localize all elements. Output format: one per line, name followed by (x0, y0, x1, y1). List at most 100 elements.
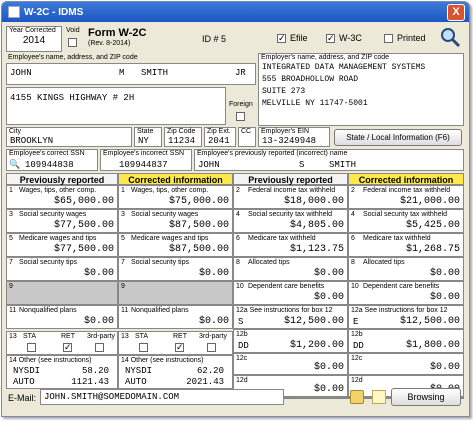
box2-prev[interactable]: 2 Federal income tax withheld $18,000.00 (233, 185, 348, 209)
box6-corr-num: 6 (351, 235, 355, 242)
ein-field[interactable]: Employer's EIN 13-3249948 (258, 127, 330, 147)
employer-name: INTEGRATED DATA MANAGEMENT SYSTEMS (262, 63, 426, 72)
previous-middle-initial: S (299, 160, 305, 170)
box12-1-prev[interactable]: 12b DD $1,200.00 (233, 329, 348, 353)
box5-prev[interactable]: 5 Medicare wages and tips $77,500.00 (6, 233, 118, 257)
w3c-checkbox[interactable]: ✓ (326, 34, 335, 43)
zip-ext-field[interactable]: Zip Ext. 2041 (204, 127, 236, 147)
zip-field[interactable]: Zip Code 11234 (164, 127, 202, 147)
box12-3-prev-amount: $0.00 (313, 384, 344, 395)
state-field[interactable]: State NY (134, 127, 162, 147)
box8-corr[interactable]: 8 Allocated tips $0.00 (348, 257, 464, 281)
box13-corr-ret-checkbox[interactable]: ✓ (175, 343, 184, 352)
employee-first-name: JOHN (10, 68, 32, 78)
box1-prev-num: 1 (9, 187, 13, 194)
box1-corr[interactable]: 1 Wages, tips, other comp. $75,000.00 (118, 185, 233, 209)
box6-prev-amount: $1,123.75 (289, 244, 344, 255)
employee-name-field[interactable]: JOHN M SMITH JR (6, 63, 256, 85)
box13-sta-label: STA (23, 333, 37, 340)
previous-name-field[interactable]: Employee's previously reported (incorrec… (194, 149, 464, 171)
correct-ssn-field[interactable]: Employee's correct SSN 🔍 109944838 (6, 149, 98, 171)
box5-prev-num: 5 (9, 235, 13, 242)
box7-prev[interactable]: 7 Social security tips $0.00 (6, 257, 118, 281)
employee-name-label: Employee's name, address, and ZIP code (8, 54, 138, 61)
box12-1-prev-amount: $1,200.00 (289, 340, 344, 351)
box12-0-prev[interactable]: 12a See instructions for box 12 S $12,500.… (233, 305, 348, 329)
box10-corr-label: Dependent care benefits (363, 283, 440, 290)
box4-prev-amount: $4,805.00 (289, 220, 344, 231)
city-field[interactable]: City BROOKLYN (6, 127, 132, 147)
year-value[interactable]: 2014 (7, 35, 61, 46)
box1-prev-amount: $65,000.00 (53, 196, 114, 207)
box12-0-corr-label: 12a See instructions for box 12 (351, 307, 448, 314)
w2c-window: W-2C - IDMS X Year Corrected 2014 Void F… (1, 1, 470, 417)
search-icon[interactable] (439, 26, 461, 48)
incorrect-ssn-value: 109944837 (119, 160, 168, 170)
box12-2-corr[interactable]: 12c $0.00 (348, 353, 464, 375)
employer-box[interactable]: Employer's name, address, and ZIP code I… (258, 53, 464, 126)
box4-prev[interactable]: 4 Social security tax withheld $4,805.00 (233, 209, 348, 233)
box11-prev[interactable]: 11 Nonqualified plans $0.00 (6, 305, 118, 329)
box13-prev-sta-checkbox[interactable] (27, 343, 36, 352)
printed-checkbox[interactable] (384, 34, 393, 43)
box4-corr[interactable]: 4 Social security tax withheld $5,425.00 (348, 209, 464, 233)
box7-corr[interactable]: 7 Social security tips $0.00 (118, 257, 233, 281)
box2-corr[interactable]: 2 Federal income tax withheld $21,000.00 (348, 185, 464, 209)
email-field[interactable]: JOHN.SMITH@SOMEDOMAIN.COM (40, 389, 284, 405)
box1-prev[interactable]: 1 Wages, tips, other comp. $65,000.00 (6, 185, 118, 209)
box12-1-corr-amount: $1,800.00 (405, 340, 460, 351)
void-label: Void (66, 27, 80, 34)
note-icon[interactable] (372, 390, 386, 404)
box5-corr-label: Medicare wages and tips (131, 235, 209, 242)
box3-prev[interactable]: 3 Social security wages $77,500.00 (6, 209, 118, 233)
box13-prev-3rdparty-checkbox[interactable] (95, 343, 104, 352)
box6-prev[interactable]: 6 Medicare tax withheld $1,123.75 (233, 233, 348, 257)
box9-corr-num: 9 (121, 283, 125, 290)
box12-0-corr-amount: $12,500.00 (399, 316, 460, 327)
box7-corr-num: 7 (121, 259, 125, 266)
box11-corr[interactable]: 11 Nonqualified plans $0.00 (118, 305, 233, 329)
correct-ssn-label: Employee's correct SSN (9, 150, 85, 157)
employee-address-field[interactable]: 4155 KINGS HIGHWAY # 2H (6, 87, 226, 125)
magnifier-icon[interactable]: 🔍 (9, 159, 20, 170)
box8-corr-label: Allocated tips (363, 259, 405, 266)
box3-corr[interactable]: 3 Social security wages $87,500.00 (118, 209, 233, 233)
box3-prev-num: 3 (9, 211, 13, 218)
box14-prev1-code: NYSDI (13, 366, 41, 376)
box7-prev-label: Social security tips (19, 259, 77, 266)
close-button[interactable]: X (447, 4, 465, 21)
box13-corr-sta-checkbox[interactable] (139, 343, 148, 352)
void-checkbox[interactable] (68, 38, 77, 47)
box12-1-corr[interactable]: 12b DD $1,800.00 (348, 329, 464, 353)
box12-2-prev[interactable]: 12c $0.00 (233, 353, 348, 375)
box13-prev-ret-checkbox[interactable]: ✓ (63, 343, 72, 352)
cc-field[interactable]: CC (238, 127, 256, 147)
box6-corr[interactable]: 6 Medicare tax withheld $1,268.75 (348, 233, 464, 257)
email-label: E-Mail: (8, 393, 37, 403)
previous-name-label: Employee's previously reported (incorrec… (197, 150, 348, 157)
ein-label: Employer's EIN (261, 128, 310, 135)
foreign-label: Foreign (229, 101, 253, 108)
browsing-button[interactable]: Browsing (391, 388, 461, 406)
box13-corr-3rdparty-checkbox[interactable] (207, 343, 216, 352)
state-local-info-button[interactable]: State / Local Information (F6) (334, 129, 462, 146)
incorrect-ssn-field[interactable]: Employee's incorrect SSN 109944837 (100, 149, 192, 171)
employee-suffix: JR (235, 68, 246, 78)
lock-icon[interactable] (350, 390, 364, 404)
city-label: City (9, 128, 22, 135)
efile-checkbox[interactable]: ✓ (277, 34, 286, 43)
box5-corr[interactable]: 5 Medicare wages and tips $87,500.00 (118, 233, 233, 257)
left-corr-header: Corrected information (118, 173, 233, 185)
box8-prev[interactable]: 8 Allocated tips $0.00 (233, 257, 348, 281)
box14-prev[interactable]: 14 Other (see instructions) NYSDI 58.20 … (6, 355, 118, 389)
box10-prev-num: 10 (236, 283, 244, 290)
box12-0-corr[interactable]: 12a See instructions for box 12 E $12,500.… (348, 305, 464, 329)
box10-corr[interactable]: 10 Dependent care benefits $0.00 (348, 281, 464, 305)
foreign-checkbox[interactable] (236, 112, 245, 121)
box13-corr-num: 13 (121, 333, 129, 340)
box13-corr: 13 STA RET 3rd-party ✓ (118, 331, 233, 355)
box14-corr[interactable]: 14 Other (see instructions) NYSDI 62.20 … (118, 355, 233, 389)
box10-prev[interactable]: 10 Dependent care benefits $0.00 (233, 281, 348, 305)
box12-1-prev-label: 12b (236, 331, 248, 338)
box12-3-corr-label: 12d (351, 377, 363, 384)
